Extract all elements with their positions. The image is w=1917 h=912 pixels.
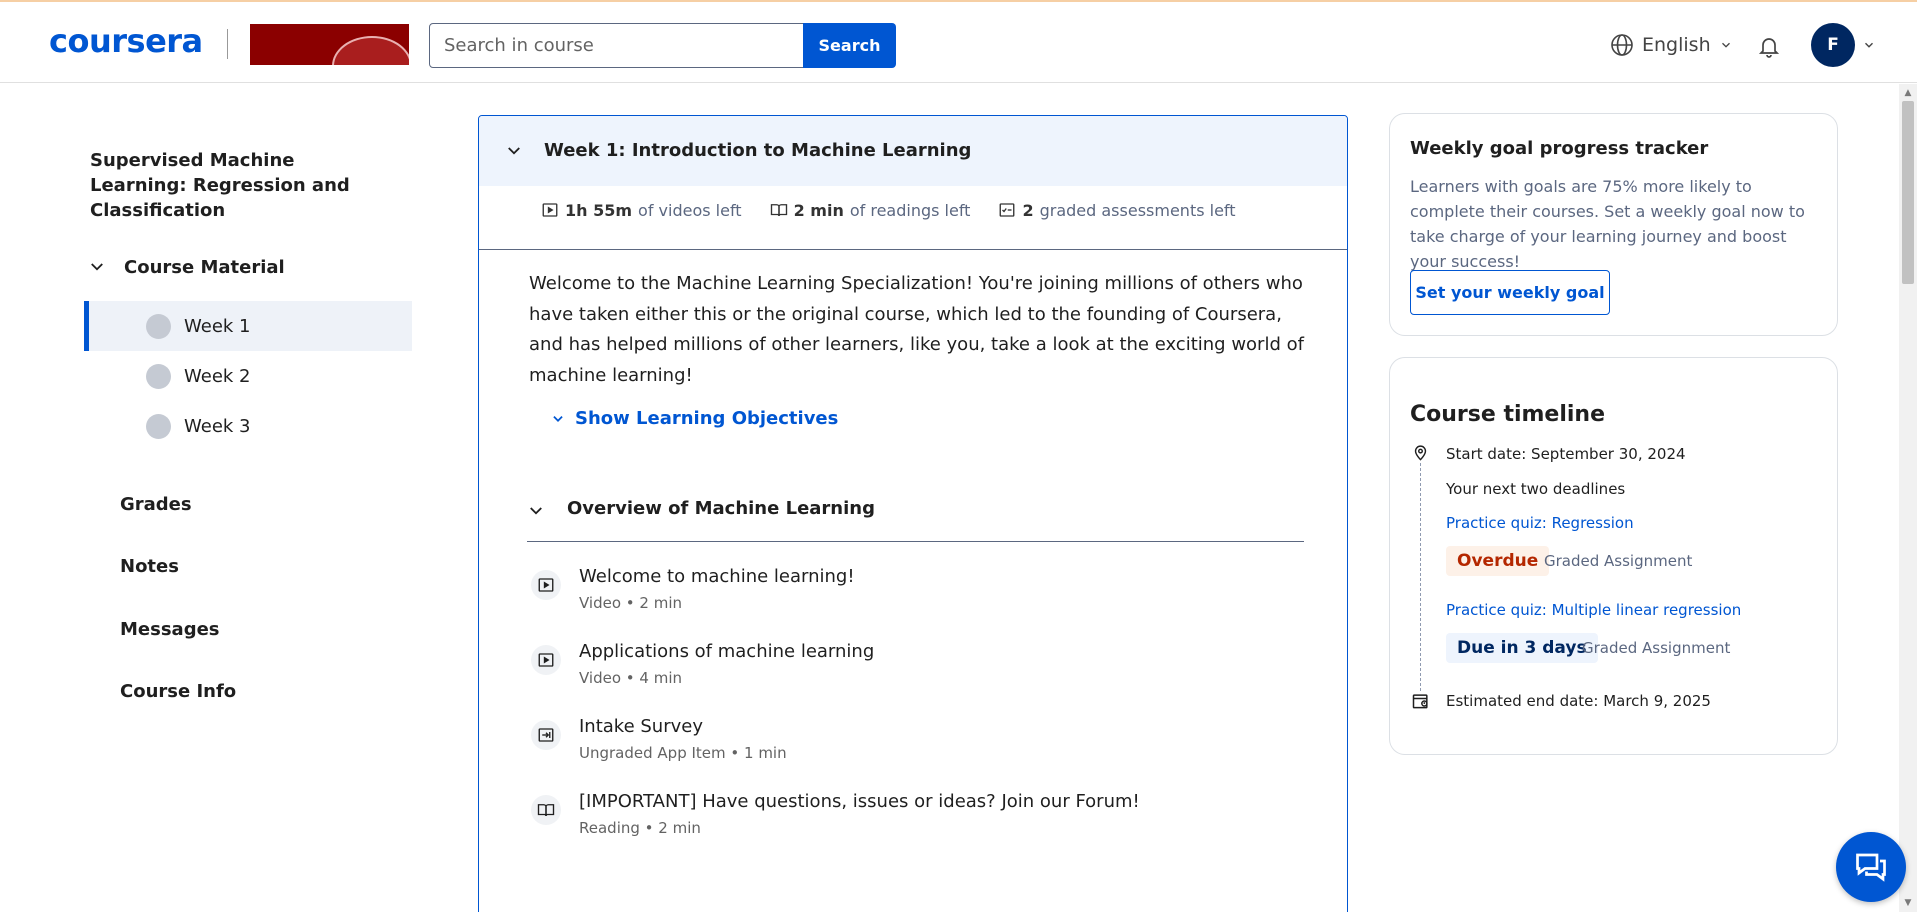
start-date: Start date: September 30, 2024: [1446, 445, 1686, 463]
item-meta: Reading • 2 min: [579, 819, 701, 837]
progress-circle-icon: [146, 414, 171, 439]
sidebar-item-week-2[interactable]: Week 2: [84, 351, 412, 401]
course-material-toggle[interactable]: Course Material: [88, 254, 285, 280]
sidebar-item-label: Week 2: [184, 365, 251, 387]
item-title: [IMPORTANT] Have questions, issues or id…: [579, 791, 1140, 812]
assignment-type-label: Graded Assignment: [1544, 552, 1693, 570]
partner-logo[interactable]: [250, 24, 409, 65]
video-icon: [542, 203, 558, 217]
progress-circle-icon: [146, 314, 171, 339]
scroll-up-arrow-icon[interactable]: ▲: [1899, 84, 1917, 101]
section-header[interactable]: Overview of Machine Learning: [527, 496, 1304, 542]
deadline-link-regression[interactable]: Practice quiz: Regression: [1446, 514, 1634, 532]
reading-icon: [531, 795, 561, 825]
assessments-left-label: graded assessments left: [1039, 200, 1236, 220]
readings-left-label: of readings left: [849, 200, 971, 220]
divider: [479, 249, 1347, 250]
week-panel: Week 1: Introduction to Machine Learning…: [478, 115, 1348, 912]
timeline-line: [1420, 463, 1421, 691]
item-meta: Ungraded App Item • 1 min: [579, 744, 787, 762]
goal-text: Learners with goals are 75% more likely …: [1410, 177, 1805, 271]
language-selector[interactable]: English: [1610, 32, 1733, 58]
videos-left-label: of videos left: [638, 200, 742, 220]
end-date: Estimated end date: March 9, 2025: [1446, 692, 1711, 710]
book-icon: [770, 204, 787, 217]
search-input[interactable]: [429, 23, 804, 68]
item-meta: Video • 4 min: [579, 669, 683, 687]
week-title: Week 1: Introduction to Machine Learning: [544, 140, 972, 161]
app-item-icon: [531, 720, 561, 750]
week-header[interactable]: Week 1: Introduction to Machine Learning: [479, 116, 1347, 186]
assessments-left-value: 2: [1022, 200, 1034, 220]
assignment-type-label: Graded Assignment: [1582, 639, 1731, 657]
sidebar-item-label: Week 3: [184, 415, 251, 437]
assessments-left-stat: 2 graded assessments left: [998, 200, 1236, 220]
readings-left-value: 2 min: [793, 200, 844, 220]
logo-divider: [227, 29, 228, 59]
chat-bubbles-icon: [1856, 853, 1886, 882]
location-pin-icon: [1414, 445, 1427, 461]
course-material-label: Course Material: [124, 256, 285, 278]
item-meta: Video • 2 min: [579, 594, 683, 612]
globe-icon: [1611, 34, 1633, 56]
weekly-goal-card: Weekly goal progress tracker Learners wi…: [1389, 113, 1838, 336]
list-item[interactable]: Applications of machine learning Video •…: [531, 641, 1311, 701]
readings-left-stat: 2 min of readings left: [770, 200, 971, 220]
list-item[interactable]: Intake Survey Ungraded App Item • 1 min: [531, 716, 1311, 776]
week-stats: 1h 55m of videos left 2 min of readings …: [541, 198, 1264, 222]
chevron-down-icon: [508, 147, 520, 155]
calendar-icon: [1412, 694, 1428, 709]
scroll-down-arrow-icon[interactable]: ▼: [1899, 894, 1917, 911]
sidebar-link-notes[interactable]: Notes: [120, 556, 179, 577]
status-badge-overdue: Overdue: [1446, 546, 1550, 576]
item-title: Intake Survey: [579, 716, 703, 737]
status-badge-due: Due in 3 days: [1446, 633, 1598, 663]
assessment-icon: [1000, 203, 1015, 217]
sidebar-item-week-3[interactable]: Week 3: [84, 401, 412, 451]
course-title: Supervised Machine Learning: Regression …: [90, 150, 350, 221]
videos-left-stat: 1h 55m of videos left: [541, 201, 742, 220]
search-button[interactable]: Search: [803, 23, 896, 68]
item-title: Welcome to machine learning!: [579, 566, 855, 587]
sidebar-link-course-info[interactable]: Course Info: [120, 681, 236, 702]
video-icon: [531, 645, 561, 675]
progress-circle-icon: [146, 364, 171, 389]
list-item[interactable]: [IMPORTANT] Have questions, issues or id…: [531, 791, 1311, 851]
notification-bell-icon[interactable]: [1757, 33, 1781, 59]
chevron-down-icon: [530, 507, 542, 515]
sidebar-link-grades[interactable]: Grades: [120, 494, 192, 515]
language-label: English: [1642, 34, 1711, 56]
course-timeline-card: Course timeline Start date: September 30…: [1389, 357, 1838, 755]
sidebar-item-label: Week 1: [184, 315, 251, 337]
deadline-link-multiple-linear-regression[interactable]: Practice quiz: Multiple linear regressio…: [1446, 601, 1741, 619]
chat-button[interactable]: [1836, 832, 1906, 902]
chevron-down-icon: [1721, 42, 1730, 48]
set-weekly-goal-button[interactable]: Set your weekly goal: [1410, 270, 1610, 315]
video-icon: [531, 570, 561, 600]
top-header: coursera Search English F: [0, 2, 1917, 83]
goal-title: Weekly goal progress tracker: [1410, 138, 1709, 159]
item-title: Applications of machine learning: [579, 641, 875, 662]
avatar[interactable]: F: [1811, 23, 1855, 67]
coursera-logo[interactable]: coursera: [49, 22, 203, 60]
section-title: Overview of Machine Learning: [567, 498, 875, 519]
chevron-down-icon[interactable]: [1862, 38, 1876, 52]
objectives-label: Show Learning Objectives: [575, 408, 839, 429]
next-deadlines-label: Your next two deadlines: [1446, 480, 1626, 498]
chevron-down-icon: [91, 263, 103, 271]
chevron-down-icon: [553, 415, 563, 422]
timeline-title: Course timeline: [1410, 402, 1606, 427]
sidebar-item-week-1[interactable]: Week 1: [84, 301, 412, 351]
sidebar-link-messages[interactable]: Messages: [120, 619, 220, 640]
videos-left-value: 1h 55m: [565, 200, 633, 220]
list-item[interactable]: Welcome to machine learning! Video • 2 m…: [531, 566, 1311, 626]
show-learning-objectives-link[interactable]: Show Learning Objectives: [551, 408, 838, 429]
scrollbar-thumb[interactable]: [1902, 101, 1914, 284]
welcome-text: Welcome to the Machine Learning Speciali…: [529, 273, 1304, 386]
